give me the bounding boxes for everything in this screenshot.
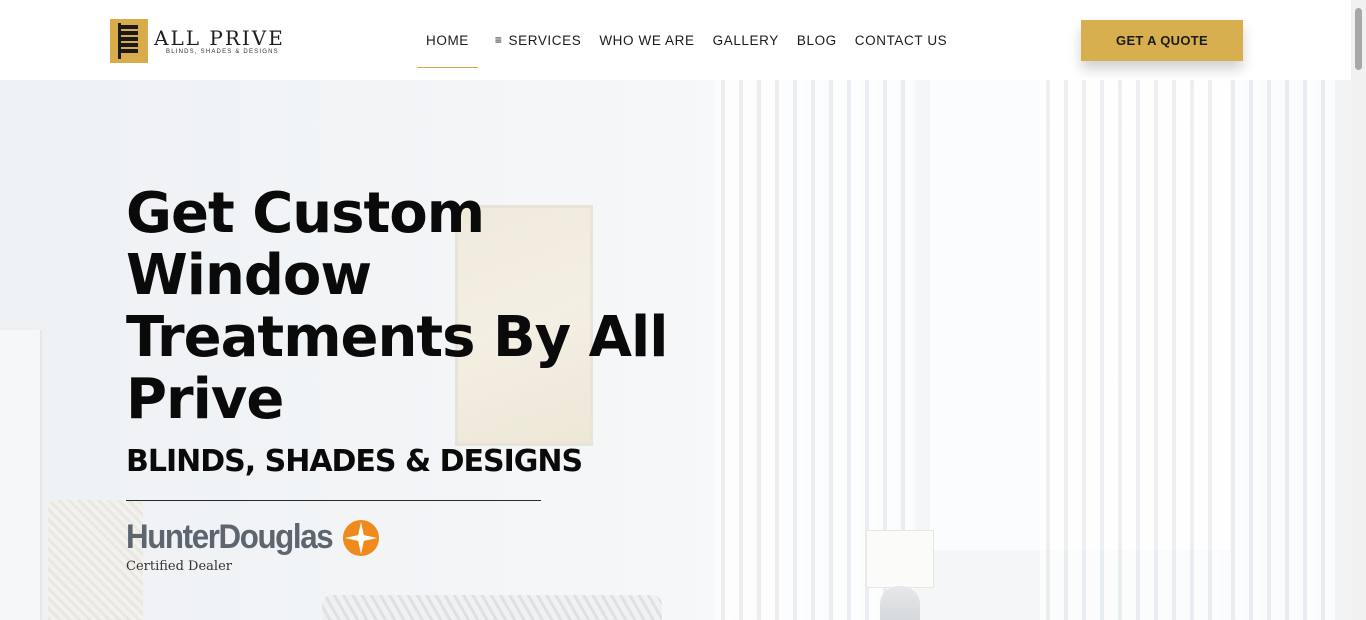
nav-item-blog[interactable]: BLOG — [788, 0, 846, 80]
sheer-curtain — [1040, 80, 1225, 620]
nav-item-services[interactable]: ≡ SERVICES — [486, 0, 590, 80]
logo-subtitle: BLINDS, SHADES & DESIGNS — [166, 49, 279, 55]
partner-caption: Certified Dealer — [126, 559, 232, 574]
site-logo[interactable]: ALL PRIVE BLINDS, SHADES & DESIGNS — [110, 18, 290, 64]
nav-label: HOME — [426, 32, 469, 48]
scrollbar-thumb[interactable] — [1355, 8, 1362, 70]
site-header: ALL PRIVE BLINDS, SHADES & DESIGNS HOME … — [0, 0, 1351, 80]
divider — [126, 500, 541, 501]
blinds-logo-icon — [110, 19, 148, 63]
hunter-douglas-logo: HunterDouglas — [126, 518, 380, 557]
hero-title-line: Prive — [126, 367, 284, 432]
main-nav: HOME ≡ SERVICES WHO WE ARE GALLERY BLOG … — [417, 0, 956, 80]
hero-title: Get Custom Window Treatments By All Priv… — [126, 183, 726, 431]
hero-title-line: Window — [126, 243, 372, 308]
nav-item-gallery[interactable]: GALLERY — [704, 0, 788, 80]
logo-title: ALL PRIVE — [154, 26, 285, 50]
nav-item-home[interactable]: HOME — [417, 0, 478, 80]
hero-title-line: Get Custom — [126, 181, 485, 246]
lamp-base — [880, 586, 920, 620]
hunter-douglas-emblem-icon — [343, 519, 380, 556]
nav-item-contact-us[interactable]: CONTACT US — [846, 0, 957, 80]
nav-item-who-we-are[interactable]: WHO WE ARE — [590, 0, 703, 80]
nav-label: SERVICES — [508, 32, 582, 48]
sheer-curtain — [1225, 80, 1335, 620]
pillows — [322, 595, 662, 620]
lamp-shade — [866, 530, 934, 588]
menu-icon: ≡ — [494, 33, 503, 47]
nav-label: WHO WE ARE — [599, 32, 695, 48]
nav-label: GALLERY — [712, 32, 779, 48]
get-a-quote-button[interactable]: GET A QUOTE — [1081, 20, 1243, 61]
chair — [0, 330, 42, 620]
hero-title-line: Treatments By All — [126, 305, 668, 370]
page-scrollbar[interactable] — [1351, 0, 1366, 620]
nav-label: BLOG — [796, 32, 837, 48]
hero-subtitle: BLINDS, SHADES & DESIGNS — [126, 444, 583, 479]
partner-name: HunterDouglas — [126, 518, 334, 556]
nav-label: CONTACT US — [854, 32, 948, 48]
